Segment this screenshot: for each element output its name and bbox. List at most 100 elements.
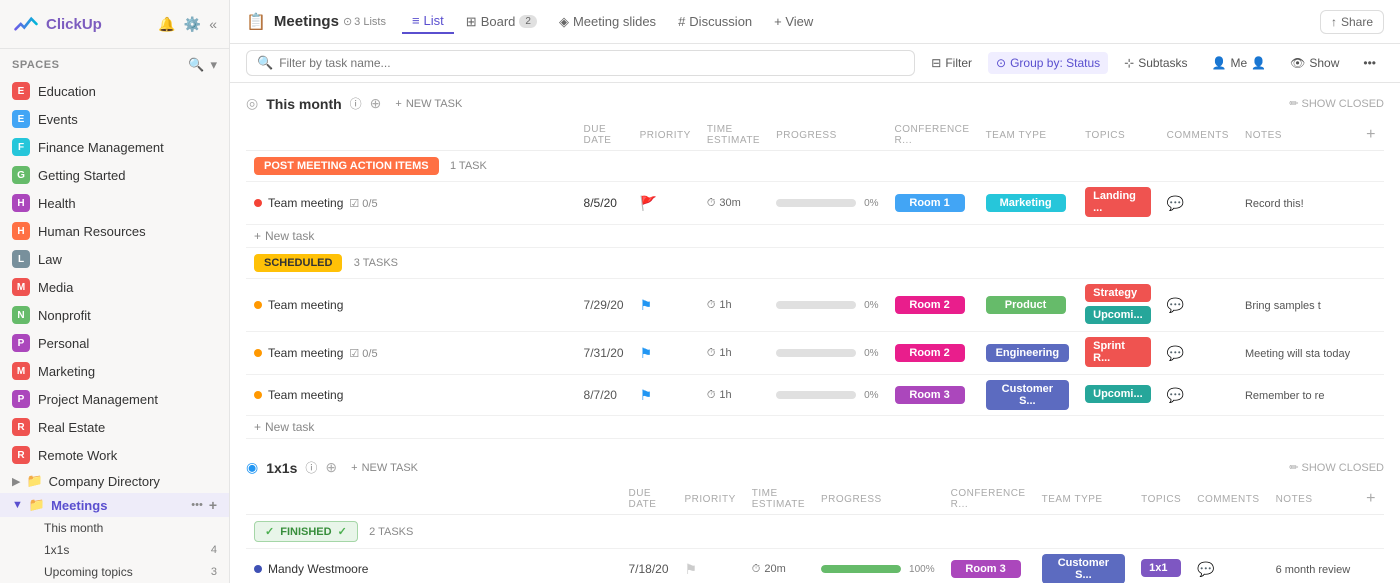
meetings-label: Meetings (51, 498, 185, 513)
settings-icon[interactable]: ⚙️ (184, 16, 201, 33)
sidebar-subitem-upcoming-topics[interactable]: Upcoming topics 3 (0, 561, 229, 583)
folder-icon: 📁 (26, 473, 42, 489)
progress-bar (776, 301, 856, 309)
nav-label-nonprofit: Nonprofit (38, 308, 217, 323)
collapse-icon[interactable]: « (209, 16, 217, 32)
progress-cell: 0% (768, 182, 886, 225)
show-closed-this-month[interactable]: ✏ SHOW CLOSED (1289, 97, 1384, 110)
comment-icon[interactable]: 💬 (1167, 387, 1184, 403)
sidebar-item-events[interactable]: E Events (0, 105, 229, 133)
filter-button[interactable]: ⊟ Filter (923, 52, 980, 74)
col-due-date-1x1s: DUE DATE (620, 484, 676, 515)
sidebar-item-law[interactable]: L Law (0, 245, 229, 273)
show-icon: 👁 (1290, 56, 1305, 70)
notes-cell: Record this! (1237, 182, 1358, 225)
sidebar-item-getting-started[interactable]: G Getting Started (0, 161, 229, 189)
sidebar-item-company-directory[interactable]: ▶ 📁 Company Directory (0, 469, 229, 493)
notes-text: Bring samples t (1245, 300, 1321, 312)
due-date-cell: 7/18/20 (620, 549, 676, 583)
tab-discussion[interactable]: # Discussion (668, 10, 762, 33)
sidebar-item-health[interactable]: H Health (0, 189, 229, 217)
tab-board[interactable]: ⊞ Board 2 (456, 10, 547, 34)
notification-icon[interactable]: 🔔 (158, 16, 175, 33)
sidebar-item-nonprofit[interactable]: N Nonprofit (0, 301, 229, 329)
task-name-label[interactable]: Team meeting (268, 196, 343, 210)
nav-badge-nonprofit: N (12, 306, 30, 324)
1x1s-new-task[interactable]: + NEW TASK (345, 460, 424, 476)
col-add-1x1s[interactable]: + (1358, 484, 1384, 515)
more-options-button[interactable]: ••• (1355, 52, 1384, 74)
subtasks-button[interactable]: ⊹ Subtasks (1116, 52, 1195, 74)
sidebar-item-personal[interactable]: P Personal (0, 329, 229, 357)
new-task-link[interactable]: + New task (254, 229, 1376, 243)
task-name-label[interactable]: Team meeting (268, 298, 343, 312)
time-value: 30m (719, 197, 740, 209)
sidebar-item-real-estate[interactable]: R Real Estate (0, 413, 229, 441)
expand-icon-meetings: ▼ (12, 499, 23, 511)
sidebar-top-icons: 🔔 ⚙️ « (158, 16, 217, 33)
sidebar-item-media[interactable]: M Media (0, 273, 229, 301)
spaces-actions: 🔍 ▾ (188, 57, 217, 73)
col-notes: NOTES (1237, 120, 1358, 151)
this-month-toggle[interactable]: ◎ (246, 95, 258, 112)
this-month-section: ◎ This month ⓘ ⊕ + NEW TASK ✏ SHOW CLOSE… (246, 95, 1384, 439)
topics-cell: Landing ... (1077, 182, 1159, 225)
task-dot (254, 565, 262, 573)
this-month-add-icon[interactable]: ⊕ (370, 95, 382, 112)
sidebar-item-education[interactable]: E Education (0, 77, 229, 105)
meetings-add-icon[interactable]: + (209, 497, 217, 513)
new-task-cell: + New task (246, 225, 1384, 248)
add-column-icon[interactable]: + (1366, 126, 1376, 143)
sidebar-nav: E Education E Events F Finance Managemen… (0, 77, 229, 583)
chevron-down-icon[interactable]: ▾ (210, 57, 217, 73)
comment-icon[interactable]: 💬 (1167, 297, 1184, 313)
comment-icon[interactable]: 💬 (1167, 195, 1184, 211)
progress-cell: 100% (813, 549, 943, 583)
nav-label-media: Media (38, 280, 217, 295)
sidebar-item-project-mgmt[interactable]: P Project Management (0, 385, 229, 413)
time-value: 1h (719, 299, 731, 311)
tab-list[interactable]: ≡ List (402, 9, 454, 34)
nav-label-events: Events (38, 112, 217, 127)
search-box[interactable]: 🔍 (246, 50, 915, 76)
show-closed-1x1s[interactable]: ✏ SHOW CLOSED (1289, 461, 1384, 474)
time-cell: ⏱ 1h (699, 375, 768, 416)
1x1s-add-icon[interactable]: ⊕ (325, 459, 337, 476)
share-button[interactable]: ↑ Share (1320, 10, 1384, 34)
expand-icon: ▶ (12, 475, 20, 488)
comment-icon[interactable]: 💬 (1197, 561, 1214, 577)
notes-text: Record this! (1245, 198, 1304, 210)
sidebar-item-marketing[interactable]: M Marketing (0, 357, 229, 385)
nav-badge-law: L (12, 250, 30, 268)
sidebar-item-hr[interactable]: H Human Resources (0, 217, 229, 245)
sidebar-subitem-1x1s[interactable]: 1x1s 4 (0, 539, 229, 561)
col-add[interactable]: + (1358, 120, 1384, 151)
timer-icon: ⏱ (707, 389, 716, 402)
topics-cell: Sprint R... (1077, 332, 1159, 375)
room-cell: Room 3 (887, 375, 978, 416)
new-task-link-2[interactable]: + New task (254, 420, 1376, 434)
me-button[interactable]: 👤 Me 👤 (1204, 52, 1275, 74)
sidebar-subitem-this-month[interactable]: This month (0, 517, 229, 539)
task-name-label[interactable]: Team meeting (268, 388, 343, 402)
add-column-icon-1x1s[interactable]: + (1366, 490, 1376, 507)
1x1s-toggle[interactable]: ◉ (246, 459, 258, 476)
tab-add-view[interactable]: + View (764, 10, 823, 33)
sidebar-item-remote-work[interactable]: R Remote Work (0, 441, 229, 469)
tab-meeting-slides[interactable]: ◈ Meeting slides (549, 10, 666, 34)
meetings-options-icon[interactable]: ••• (191, 499, 203, 511)
search-input[interactable] (279, 56, 479, 70)
sidebar-item-meetings[interactable]: ▼ 📁 Meetings ••• + (0, 493, 229, 517)
search-icon[interactable]: 🔍 (188, 57, 204, 73)
group-by-status-button[interactable]: ⊙ Group by: Status (988, 52, 1108, 74)
task-name-label[interactable]: Mandy Westmoore (268, 562, 368, 576)
due-date-cell: 7/31/20 (576, 332, 632, 375)
task-dot (254, 301, 262, 309)
this-month-new-task[interactable]: + NEW TASK (389, 96, 468, 112)
task-name-label[interactable]: Team meeting (268, 346, 343, 360)
comment-icon[interactable]: 💬 (1167, 345, 1184, 361)
app-logo[interactable]: ClickUp (12, 10, 102, 38)
progress-bar (776, 349, 856, 357)
show-button[interactable]: 👁 Show (1282, 52, 1347, 74)
sidebar-item-finance[interactable]: F Finance Management (0, 133, 229, 161)
